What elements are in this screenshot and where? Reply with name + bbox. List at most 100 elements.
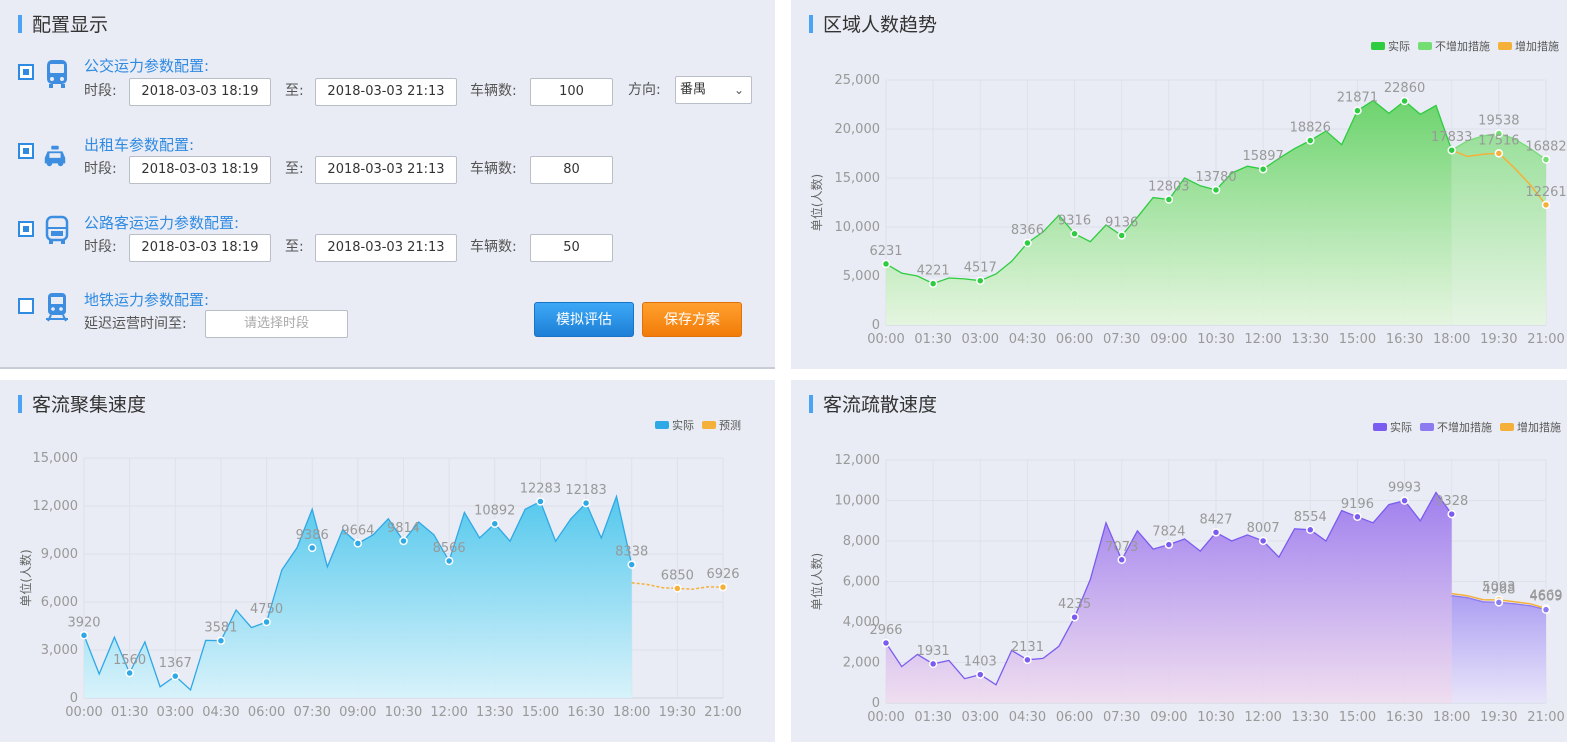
- y-tick-label: 10,000: [835, 494, 881, 509]
- data-point-marker[interactable]: [1117, 555, 1126, 565]
- coach-count-input[interactable]: 50: [530, 234, 613, 262]
- simulate-button[interactable]: 模拟评估: [534, 302, 634, 337]
- x-tick-label: 10:30: [1197, 710, 1234, 725]
- region-population-panel: 区域人数趋势 实际 不增加措施 增加措施 0 5,000 10,000 15,000 20,…: [791, 0, 1567, 369]
- data-label: 4609: [1529, 590, 1562, 605]
- y-tick-label: 0: [70, 691, 78, 706]
- data-point-marker[interactable]: [1117, 231, 1126, 240]
- coach-start-time-input[interactable]: 2018-03-03 18:19: [129, 234, 271, 262]
- bus-start-time-input[interactable]: 2018-03-03 18:19: [129, 78, 271, 106]
- data-point-marker[interactable]: [1541, 155, 1551, 164]
- data-label: 3920: [67, 615, 100, 630]
- data-point-marker[interactable]: [1353, 106, 1362, 115]
- taxi-start-time-input[interactable]: 2018-03-03 18:19: [129, 156, 271, 184]
- save-plan-button[interactable]: 保存方案: [642, 302, 742, 337]
- data-point-marker[interactable]: [1211, 185, 1221, 195]
- data-point-marker[interactable]: [216, 636, 226, 645]
- data-point-marker[interactable]: [1494, 149, 1504, 158]
- x-tick-label: 15:00: [1339, 710, 1376, 725]
- x-tick-label: 16:30: [1386, 710, 1423, 725]
- data-point-marker[interactable]: [1400, 96, 1409, 106]
- taxi-count-label: 车辆数:: [470, 161, 517, 177]
- data-point-marker[interactable]: [1070, 229, 1079, 238]
- data-label: 12183: [565, 483, 606, 498]
- data-point-marker[interactable]: [1447, 145, 1456, 155]
- data-point-marker[interactable]: [262, 617, 271, 627]
- taxi-end-time-input[interactable]: 2018-03-03 21:13: [315, 156, 457, 184]
- aggregation-speed-chart: 0 3,000 6,000 9,000 12,000 15,000 00:00 01:30 03…: [18, 451, 742, 720]
- taxi-config-title: 出租车参数配置:: [84, 136, 195, 154]
- bus-end-time-input[interactable]: 2018-03-03 21:13: [315, 78, 457, 106]
- data-label: 4517: [964, 261, 997, 276]
- coach-config-checkbox[interactable]: [18, 221, 34, 237]
- data-label: 9664: [341, 523, 374, 538]
- x-tick-label: 10:30: [385, 705, 422, 720]
- data-label: 1931: [917, 644, 950, 659]
- data-point-marker[interactable]: [881, 638, 891, 648]
- data-label: 17833: [1431, 130, 1472, 145]
- bus-period-label: 时段:: [84, 83, 117, 99]
- data-point-marker[interactable]: [1023, 655, 1032, 665]
- metro-delay-time-input[interactable]: 请选择时段: [205, 310, 348, 338]
- x-tick-label: 13:30: [1292, 332, 1329, 347]
- data-point-marker[interactable]: [353, 539, 363, 548]
- x-tick-label: 04:30: [1009, 710, 1046, 725]
- data-point-marker[interactable]: [399, 536, 408, 546]
- data-point-marker[interactable]: [1258, 164, 1268, 174]
- x-tick-label: 10:30: [1197, 332, 1234, 347]
- y-tick-label: 25,000: [835, 73, 881, 88]
- taxi-count-input[interactable]: 80: [530, 156, 613, 184]
- data-point-marker[interactable]: [928, 279, 938, 288]
- data-point-marker[interactable]: [1164, 540, 1174, 549]
- x-tick-label: 06:00: [248, 705, 285, 720]
- data-label: 1403: [964, 655, 997, 670]
- y-tick-label: 0: [872, 318, 880, 333]
- data-point-marker[interactable]: [627, 560, 636, 569]
- data-point-marker[interactable]: [673, 584, 682, 593]
- data-point-marker[interactable]: [444, 556, 454, 566]
- coach-end-time-input[interactable]: 2018-03-03 21:13: [315, 234, 457, 262]
- data-point-marker[interactable]: [976, 276, 985, 285]
- data-point-marker[interactable]: [1541, 200, 1551, 210]
- data-point-marker[interactable]: [581, 498, 591, 508]
- data-point-marker[interactable]: [307, 543, 317, 553]
- data-point-marker[interactable]: [79, 631, 89, 640]
- data-point-marker[interactable]: [1400, 496, 1409, 505]
- x-tick-label: 09:00: [339, 705, 376, 720]
- data-point-marker[interactable]: [536, 497, 545, 506]
- bus-direction-select[interactable]: 番禺 ⌄: [675, 76, 752, 104]
- bus-count-input[interactable]: 100: [530, 78, 613, 106]
- config-panel: 配置显示 公交运力参数配置: 时段: 2018-03-03 18:19 至: 2…: [0, 0, 775, 369]
- y-tick-label: 0: [872, 696, 880, 711]
- data-label: 16882: [1525, 140, 1566, 155]
- data-point-marker[interactable]: [881, 259, 891, 269]
- data-point-marker[interactable]: [1353, 512, 1362, 522]
- x-tick-label: 19:30: [1480, 332, 1517, 347]
- data-point-marker[interactable]: [928, 659, 938, 669]
- data-label: 6850: [661, 568, 694, 583]
- data-point-marker[interactable]: [976, 670, 985, 679]
- data-point-marker[interactable]: [490, 519, 500, 528]
- y-axis-label: 单位(人数): [18, 549, 33, 606]
- data-point-marker[interactable]: [1541, 605, 1551, 614]
- x-tick-label: 07:30: [1103, 332, 1140, 347]
- bus-count-label: 车辆数:: [470, 83, 517, 99]
- data-point-marker[interactable]: [1306, 136, 1315, 145]
- taxi-config-checkbox[interactable]: [18, 143, 34, 159]
- data-point-marker[interactable]: [1306, 525, 1315, 535]
- data-point-marker[interactable]: [1070, 612, 1079, 622]
- data-point-marker[interactable]: [125, 668, 134, 678]
- y-tick-label: 6,000: [41, 595, 78, 610]
- metro-delay-label: 延迟运营时间至:: [84, 316, 187, 332]
- data-point-marker[interactable]: [1258, 536, 1268, 546]
- data-label: 9136: [1105, 215, 1138, 230]
- data-point-marker[interactable]: [1023, 238, 1032, 248]
- bus-config-checkbox[interactable]: [18, 64, 34, 80]
- data-point-marker[interactable]: [1447, 509, 1456, 519]
- data-point-marker[interactable]: [1494, 598, 1504, 607]
- data-point-marker[interactable]: [1164, 195, 1174, 204]
- data-point-marker[interactable]: [171, 671, 180, 681]
- data-point-marker[interactable]: [718, 582, 728, 592]
- metro-config-checkbox[interactable]: [18, 298, 34, 314]
- data-point-marker[interactable]: [1211, 528, 1221, 537]
